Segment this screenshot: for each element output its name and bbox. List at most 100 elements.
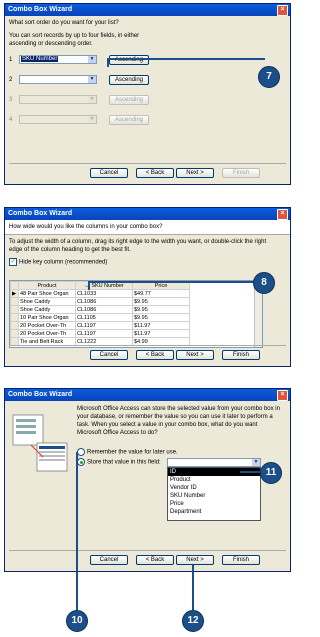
- table-cell: $9.95: [132, 313, 190, 322]
- table-cell: 10 Pair Shoe Organ: [18, 313, 76, 322]
- table-cell: 20 Pocket Over-Th: [18, 321, 76, 330]
- cancel-button[interactable]: Cancel: [90, 168, 128, 178]
- table-cell: $9.95: [132, 305, 190, 314]
- chevron-down-icon: ▼: [88, 116, 96, 123]
- callout-7-badge: 7: [258, 66, 280, 88]
- callout-12-badge: 12: [182, 610, 204, 632]
- sort-field-3-combo: ▼: [19, 95, 97, 104]
- sort-row-number: 3: [9, 96, 13, 103]
- finish-button[interactable]: Finish: [222, 555, 260, 565]
- cancel-button[interactable]: Cancel: [90, 350, 128, 360]
- wizard-store-value-window: Combo Box Wizard × Microsoft Office Acce…: [4, 388, 291, 572]
- row-selector-header: [10, 281, 19, 290]
- list-item[interactable]: Department: [168, 508, 260, 516]
- title-bar: Combo Box Wizard ×: [5, 208, 290, 220]
- wizard-footer: Cancel < Back Next > Finish: [5, 168, 290, 180]
- table-row[interactable]: Shoe Caddy CL1086 $9.95: [10, 297, 190, 306]
- wizard-sort-window: Combo Box Wizard × What sort order do yo…: [4, 3, 291, 185]
- sort-row-number: 1: [9, 56, 13, 63]
- close-icon[interactable]: ×: [277, 4, 288, 16]
- column-header[interactable]: Product: [18, 281, 76, 290]
- table-row[interactable]: 20 Pocket Over-Th CL1197 $11.97: [10, 321, 190, 330]
- callout-12-line: [192, 565, 194, 610]
- back-button[interactable]: < Back: [136, 350, 174, 360]
- cancel-button[interactable]: Cancel: [90, 555, 128, 565]
- list-item[interactable]: SKU Number: [168, 492, 260, 500]
- sort-4-ascending-button: Ascending: [109, 114, 149, 125]
- option-store[interactable]: Store that value in this field:: [77, 458, 161, 466]
- chevron-down-icon[interactable]: ▼: [252, 459, 260, 466]
- callout-11-badge: 11: [260, 462, 282, 484]
- table-cell: CL1197: [75, 329, 133, 338]
- title-bar: Combo Box Wizard ×: [5, 4, 290, 16]
- store-label: Store that value in this field:: [87, 459, 161, 466]
- table-row[interactable]: ▶ 48 Pair Shoe Organ CL1033 $49.77: [10, 289, 190, 298]
- table-cell: $11.97: [132, 321, 190, 330]
- close-icon[interactable]: ×: [277, 208, 288, 220]
- next-button[interactable]: Next >: [176, 555, 214, 565]
- column-header-label: SKU Number: [91, 282, 124, 289]
- window-title: Combo Box Wizard: [8, 391, 73, 398]
- table-row[interactable]: 20 Pocket Over-Th CL1197 $11.97: [10, 329, 190, 338]
- back-button[interactable]: < Back: [136, 168, 174, 178]
- table-cell: $11.97: [132, 329, 190, 338]
- next-button[interactable]: Next >: [176, 168, 214, 178]
- table-row[interactable]: Shoe Caddy CL1086 $9.95: [10, 305, 190, 314]
- option-remember[interactable]: Remember the value for later use.: [77, 448, 178, 456]
- list-item[interactable]: Price: [168, 500, 260, 508]
- table-cell: 20 Pocket Over-Th: [18, 329, 76, 338]
- sort-row-4: 4 ▼ Ascending: [9, 114, 286, 125]
- sort-field-2-combo[interactable]: ▼: [19, 75, 97, 84]
- table-cell: 48 Pair Shoe Organ: [18, 289, 76, 298]
- row-selector: [10, 305, 19, 314]
- sort-field-1-value: SKU Number: [21, 56, 59, 62]
- column-preview-grid[interactable]: Product ↔ SKU Number Price ▶ 48 Pair Sho…: [9, 280, 263, 348]
- callout-7-line: [247, 58, 265, 60]
- row-selector: [10, 329, 19, 338]
- table-cell: Shoe Caddy: [18, 305, 76, 314]
- row-selector: [10, 321, 19, 330]
- divider: [9, 345, 286, 346]
- width-body: To adjust the width of a column, drag it…: [5, 235, 290, 270]
- field-list[interactable]: ID Product Vendor ID SKU Number Price De…: [167, 467, 261, 521]
- list-item[interactable]: Vendor ID: [168, 484, 260, 492]
- hide-key-checkbox[interactable]: ✓: [9, 258, 17, 266]
- callout-7-line: [107, 59, 109, 67]
- sort-instructions: You can sort records by up to four field…: [9, 33, 140, 47]
- sort-row-number: 2: [9, 76, 13, 83]
- chevron-down-icon[interactable]: ▼: [88, 56, 96, 63]
- sort-field-4-combo: ▼: [19, 115, 97, 124]
- width-question: How wide would you like the columns in y…: [9, 224, 163, 230]
- wizard-illustration: [11, 413, 73, 483]
- sort-2-ascending-button[interactable]: Ascending: [109, 74, 149, 85]
- divider: [9, 163, 286, 164]
- callout-7-line: [107, 58, 248, 60]
- sort-row-3: 3 ▼ Ascending: [9, 94, 286, 105]
- store-radio[interactable]: [77, 458, 85, 466]
- table-cell: CL1086: [75, 305, 133, 314]
- title-bar: Combo Box Wizard ×: [5, 389, 290, 401]
- store-description: Microsoft Office Access can store the se…: [77, 406, 280, 436]
- wizard-column-width-window: Combo Box Wizard × How wide would you li…: [4, 207, 291, 367]
- list-item[interactable]: Product: [168, 476, 260, 484]
- chevron-down-icon: ▼: [88, 96, 96, 103]
- next-button[interactable]: Next >: [176, 350, 214, 360]
- sort-row-number: 4: [9, 116, 13, 123]
- callout-8-line: [88, 281, 260, 283]
- row-selector-icon: ▶: [10, 289, 19, 298]
- back-button[interactable]: < Back: [136, 555, 174, 565]
- callout-11-line: [240, 471, 262, 473]
- sort-field-1-combo[interactable]: SKU Number ▼: [19, 55, 97, 64]
- field-select-dropdown[interactable]: ▼: [167, 458, 261, 467]
- finish-button[interactable]: Finish: [222, 350, 260, 360]
- hide-key-label: Hide key column (recommended): [19, 259, 108, 266]
- table-row[interactable]: 10 Pair Shoe Organ CL1105 $9.95: [10, 313, 190, 322]
- window-title: Combo Box Wizard: [8, 6, 73, 13]
- remember-radio[interactable]: [77, 448, 85, 456]
- wizard-footer: Cancel < Back Next > Finish: [5, 555, 290, 567]
- chevron-down-icon[interactable]: ▼: [88, 76, 96, 83]
- table-cell: Shoe Caddy: [18, 297, 76, 306]
- divider: [9, 550, 286, 551]
- close-icon[interactable]: ×: [277, 389, 288, 401]
- table-cell: CL1197: [75, 321, 133, 330]
